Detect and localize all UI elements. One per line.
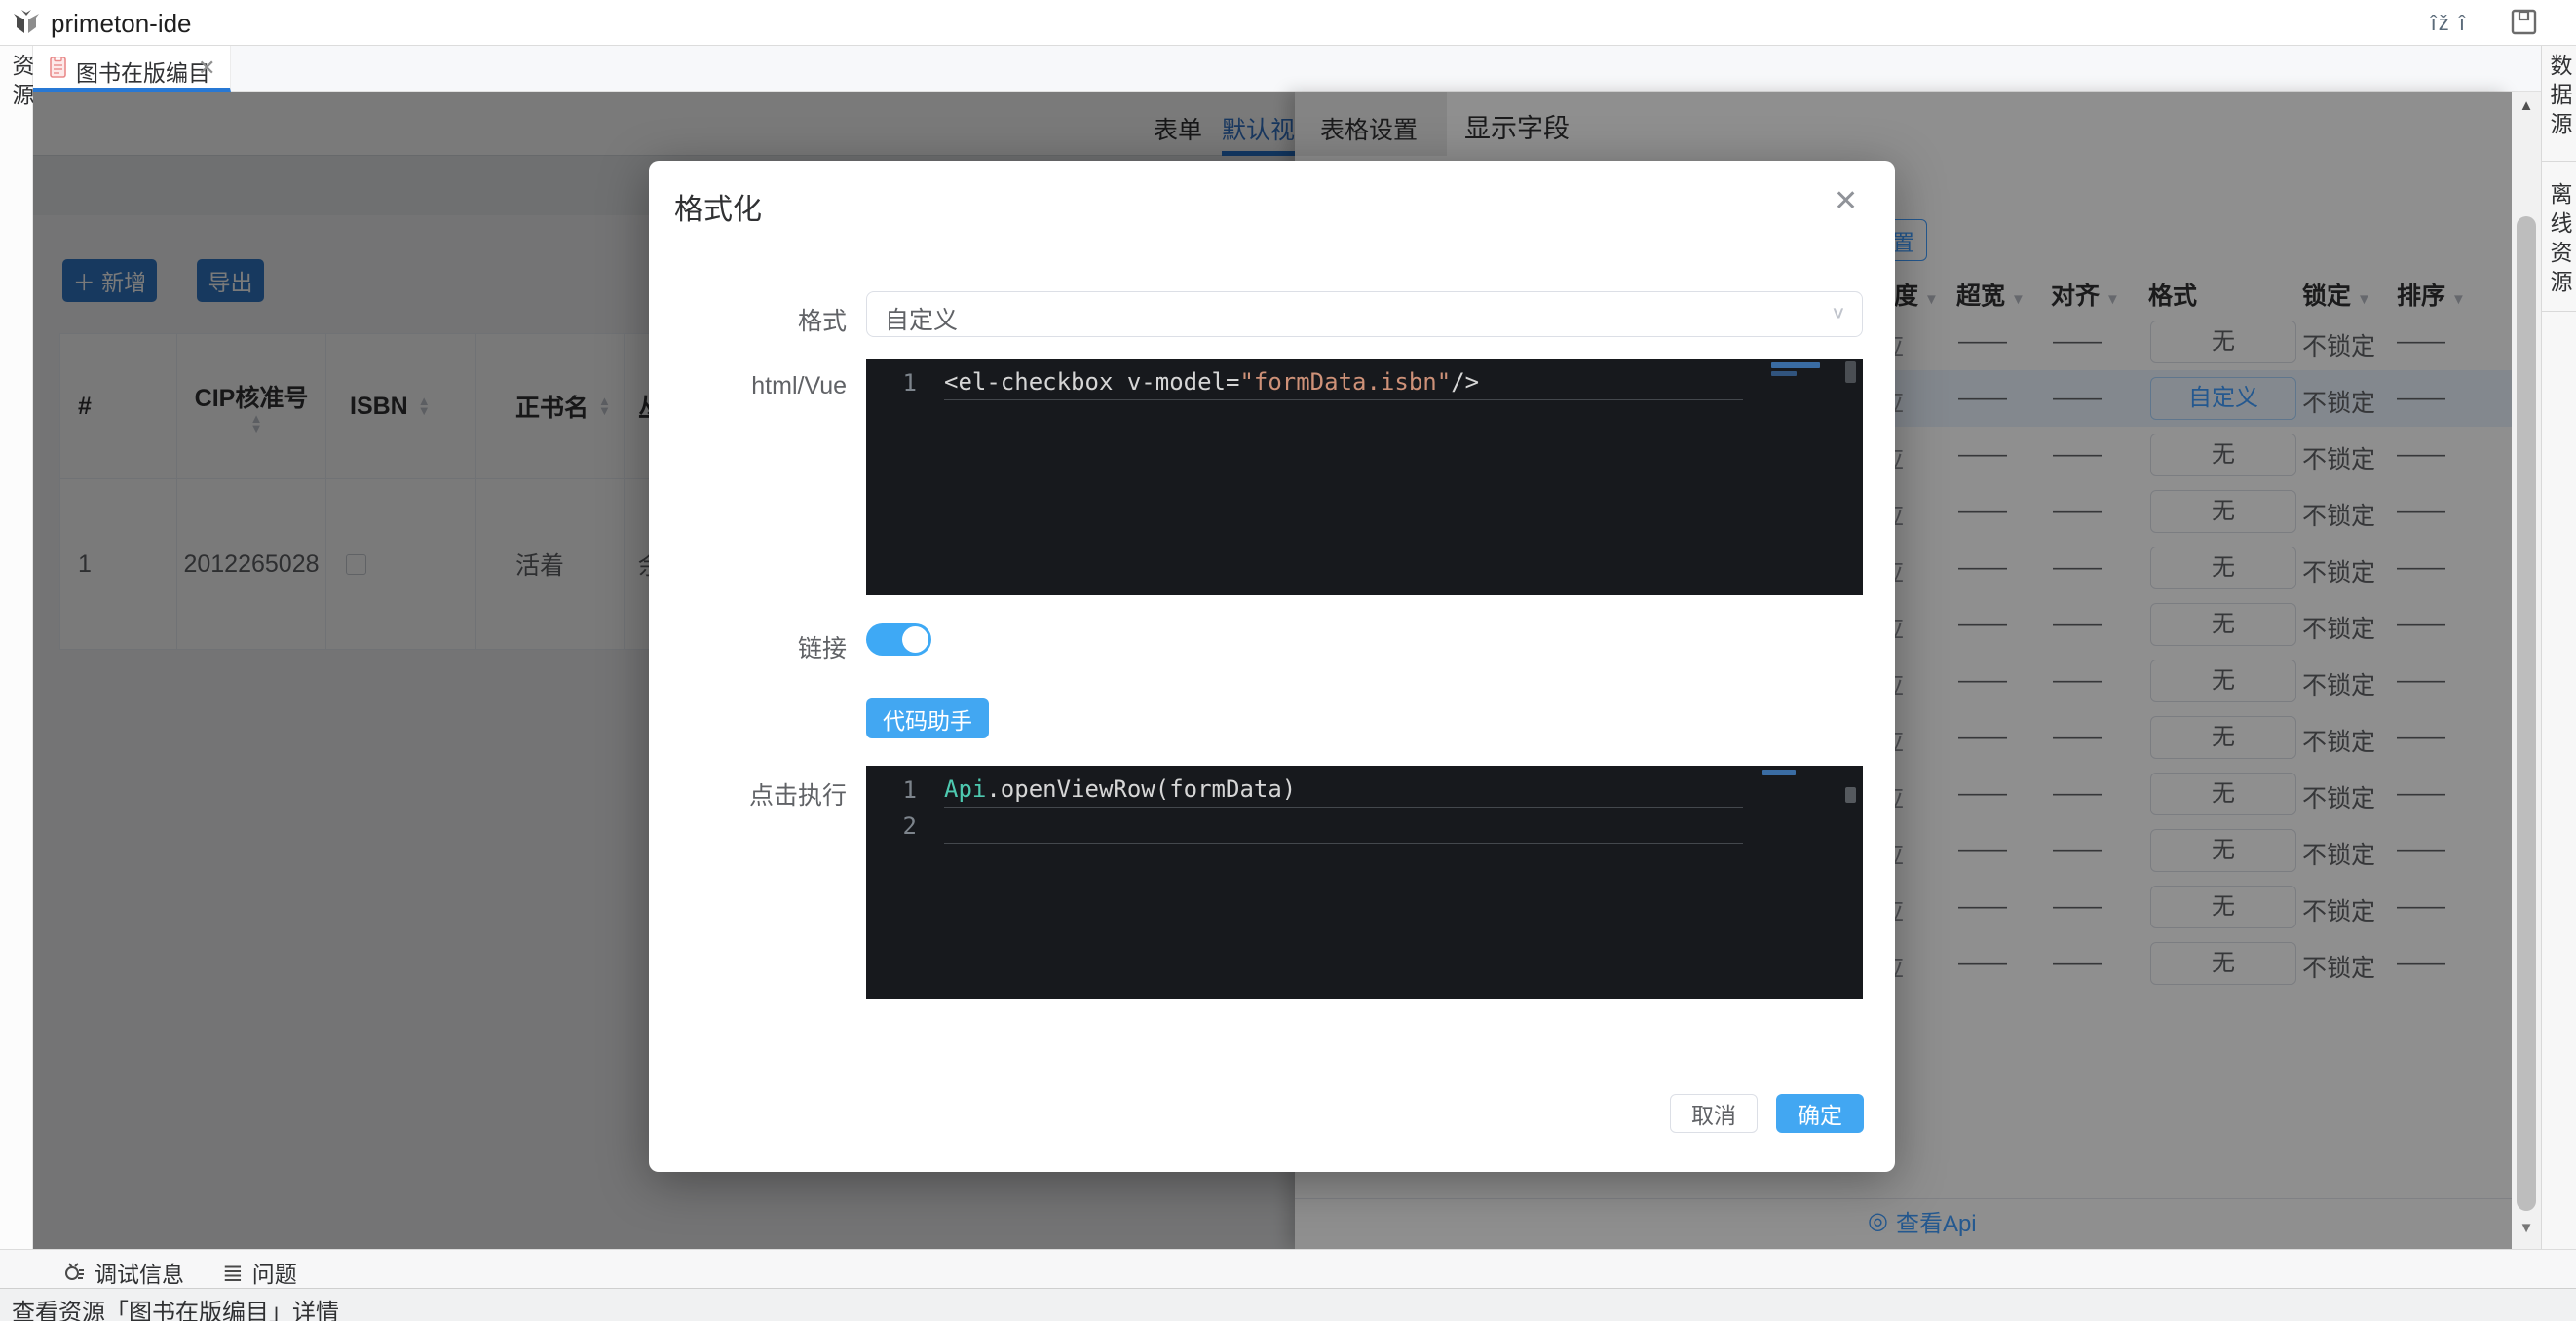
code-line[interactable]: 1<el-checkbox v-model="formData.isbn"/> [866, 364, 1863, 400]
bottom-panel: 调试信息 ≣ 问题 [0, 1249, 2576, 1288]
editor-lines: 1Api.openViewRow(formData)2 [866, 766, 1863, 844]
code-line[interactable]: 1Api.openViewRow(formData) [866, 772, 1863, 808]
ok-button[interactable]: 确定 [1776, 1094, 1864, 1133]
debug-info-item[interactable]: 调试信息 [62, 1256, 184, 1289]
format-label: 格式 [649, 302, 847, 337]
line-number: 1 [866, 776, 944, 804]
document-icon [50, 57, 66, 78]
line-number: 1 [866, 369, 944, 396]
format-select-value: 自定义 [885, 301, 958, 336]
link-label: 链接 [649, 629, 847, 664]
code-line[interactable]: 2 [866, 808, 1863, 844]
link-toggle[interactable] [866, 623, 931, 656]
editor-scrollbar-thumb[interactable] [1845, 361, 1856, 383]
rail-separator [2542, 311, 2576, 312]
scroll-up-icon[interactable]: ▲ [2512, 97, 2541, 114]
right-rail-item-label: 数据源 [2543, 54, 2576, 141]
minimap-mark [1771, 362, 1820, 368]
tab-book-cip[interactable]: 图书在版编目 ✕ [33, 46, 231, 92]
code-text: <el-checkbox v-model="formData.isbn"/> [944, 364, 1743, 400]
tab-label: 图书在版编目 [76, 55, 210, 88]
editor-lines: 1<el-checkbox v-model="formData.isbn"/> [866, 359, 1863, 400]
code-text: Api.openViewRow(formData) [944, 772, 1743, 808]
rail-separator [2542, 161, 2576, 162]
code-token: Api [944, 775, 986, 803]
title-bar: primeton-ide îž î [0, 0, 2576, 46]
list-icon: ≣ [222, 1258, 244, 1288]
dialog-close-icon[interactable]: ✕ [1834, 184, 1858, 218]
code-token: <el-checkbox v-model= [944, 368, 1239, 396]
right-rail-item-2[interactable]: 离线资源 [2542, 182, 2576, 299]
save-icon[interactable] [2511, 9, 2537, 35]
line-number: 2 [866, 812, 944, 840]
code-text [944, 808, 1743, 844]
cancel-button[interactable]: 取消 [1670, 1094, 1758, 1133]
scroll-down-icon[interactable]: ▼ [2512, 1220, 2541, 1236]
chevron-down-icon: ∨ [1831, 303, 1846, 323]
dialog-title: 格式化 [674, 185, 762, 228]
right-rail-item-label: 离线资源 [2543, 182, 2576, 299]
problems-item[interactable]: ≣ 问题 [222, 1256, 297, 1289]
app-logo-icon [12, 8, 41, 37]
code-token: .openViewRow(formData) [986, 775, 1296, 803]
toggle-knob [902, 626, 928, 653]
code-assistant-button[interactable]: 代码助手 [866, 698, 989, 738]
minimap-mark [1771, 371, 1797, 376]
titlebar-glyphs[interactable]: îž î [2431, 11, 2467, 36]
vertical-scrollbar[interactable]: ▲ ▼ [2512, 92, 2541, 1249]
status-bar: 查看资源「图书在版编目」详情 [0, 1288, 2576, 1321]
status-text: 查看资源「图书在版编目」详情 [12, 1293, 339, 1321]
click-execute-code-editor[interactable]: 1Api.openViewRow(formData)2 [866, 766, 1863, 999]
format-select[interactable]: 自定义 ∨ [866, 291, 1863, 337]
click-execute-label: 点击执行 [649, 776, 847, 811]
html-vue-code-editor[interactable]: 1<el-checkbox v-model="formData.isbn"/> [866, 359, 1863, 595]
ide-tab-bar: 图书在版编目 ✕ [33, 46, 2541, 92]
right-rail-item-1[interactable]: 数据源 [2542, 54, 2576, 141]
code-token: "formData.isbn" [1239, 368, 1451, 396]
tab-close-icon[interactable]: ✕ [198, 56, 215, 81]
debug-info-label: 调试信息 [95, 1256, 184, 1289]
format-dialog: 格式化 ✕ 格式 自定义 ∨ html/Vue 1<el-checkbox v-… [649, 161, 1895, 1172]
left-rail: 资源 [0, 46, 33, 1249]
html-vue-label: html/Vue [649, 372, 847, 400]
editor-scrollbar-thumb[interactable] [1845, 787, 1856, 803]
problems-label: 问题 [252, 1256, 297, 1289]
minimap-mark [1762, 770, 1796, 775]
debug-icon [62, 1261, 86, 1284]
code-token: /> [1451, 368, 1479, 396]
app-title: primeton-ide [51, 9, 192, 39]
scrollbar-thumb[interactable] [2517, 216, 2536, 1211]
right-rail: 数据源离线资源 [2541, 46, 2576, 1249]
